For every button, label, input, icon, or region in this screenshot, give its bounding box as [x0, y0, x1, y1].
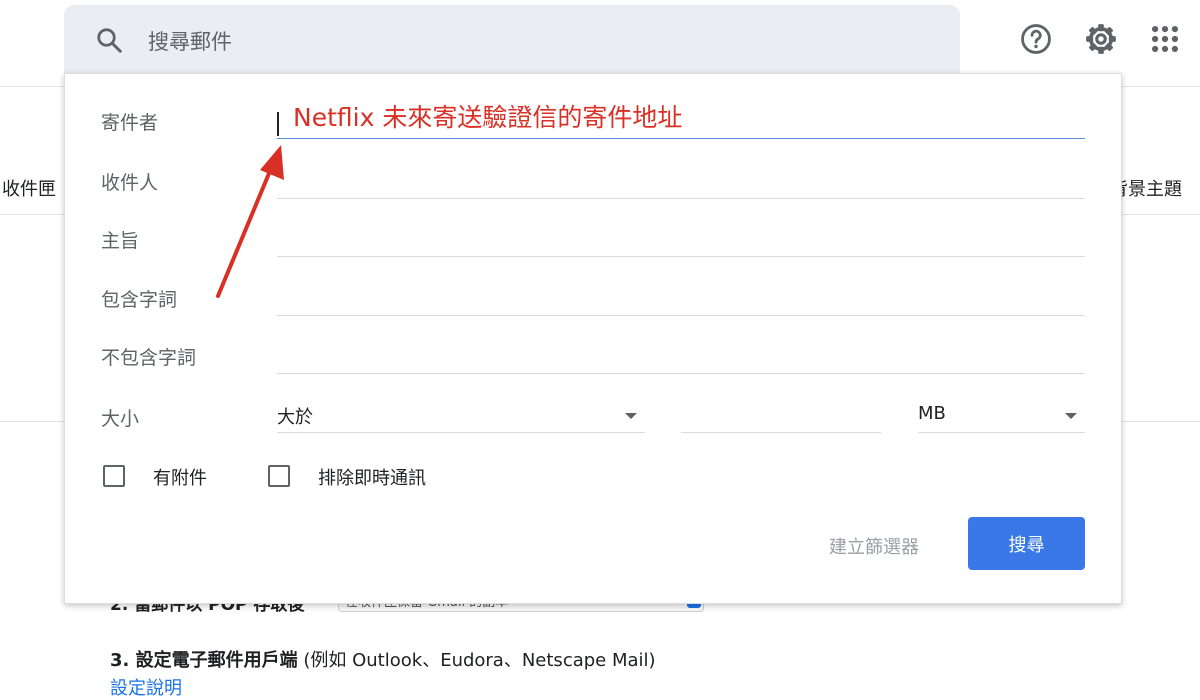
annotation-arrow-icon [216, 145, 284, 298]
pop-step-3-title: 3. 設定電子郵件用戶端 [110, 650, 298, 671]
pop-step-3-text: 3. 設定電子郵件用戶端 (例如 Outlook、Eudora、Netscape… [110, 646, 656, 672]
search-input[interactable]: 搜尋郵件 [148, 26, 232, 56]
advanced-search-panel: 寄件者 收件人 主旨 包含字詞 不包含字詞 大小 大於 MB 有附件 排除即時通… [64, 73, 1122, 604]
apps-grid-icon[interactable] [1148, 22, 1182, 56]
setup-instructions-link[interactable]: 設定說明 [110, 674, 182, 700]
search-bar[interactable]: 搜尋郵件 [64, 5, 960, 73]
pop-step-3-examples: (例如 Outlook、Eudora、Netscape Mail) [297, 650, 656, 671]
gear-icon[interactable] [1084, 22, 1118, 56]
search-icon[interactable] [94, 25, 124, 55]
tab-inbox[interactable]: 收件匣 [2, 175, 56, 201]
help-icon[interactable] [1019, 22, 1053, 56]
